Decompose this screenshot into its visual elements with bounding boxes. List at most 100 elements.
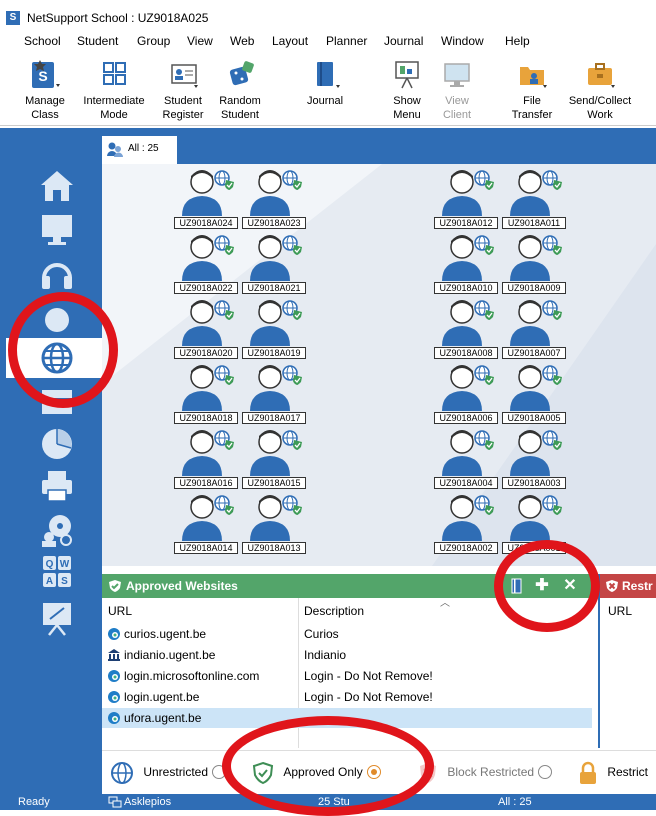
web-mode-bar: Unrestricted Approved Only Block Restric… [102,750,656,792]
student-register-button[interactable]: Student Register [156,54,210,126]
restricted-websites-header: Restr [600,574,656,598]
menu-group[interactable]: Group [137,34,170,48]
mode-unrestricted-radio[interactable] [212,764,227,779]
file-transfer-button[interactable]: File Transfer [504,54,560,126]
menu-help[interactable]: Help [505,34,530,48]
intermediate-mode-label: Intermediate Mode [83,95,145,121]
menu-school[interactable]: School [24,34,61,48]
monitor-icon[interactable] [38,212,76,248]
whiteboard-icon[interactable] [38,600,76,636]
status-all-count: All : 25 [498,796,532,808]
globe-icon[interactable] [38,340,76,376]
mode-block-restricted-radio[interactable] [538,764,553,779]
website-row[interactable]: curios.ugent.be Curios [102,624,592,644]
website-row[interactable]: login.microsoftonline.com Login - Do Not… [102,666,592,686]
svg-text:S: S [61,576,68,587]
menu-layout[interactable]: Layout [272,34,308,48]
view-client-button[interactable]: View Client [434,54,480,126]
student-client-icon [510,365,562,411]
website-url: login.ugent.be [124,690,200,704]
random-student-button[interactable]: Random Student [212,54,268,126]
file-transfer-label: File Transfer [511,95,553,121]
client-tile[interactable]: UZ9018A022 [174,229,238,294]
mode-unrestricted[interactable]: Unrestricted [110,751,227,793]
website-url: curios.ugent.be [124,627,207,641]
student-client-icon [442,170,494,216]
show-menu-button[interactable]: Show Menu [384,54,430,126]
show-menu-label: Show Menu [393,95,421,121]
client-tile[interactable]: UZ9018A002 [434,489,498,554]
app-icon: S [6,11,20,25]
student-client-icon [250,430,302,476]
add-website-icon[interactable]: ✚ [534,578,550,594]
client-name-label: UZ9018A009 [502,282,566,294]
shield-check-icon [252,761,274,784]
client-tile[interactable]: UZ9018A001 [502,489,566,554]
tab-all[interactable]: All : 25 [102,136,177,164]
client-tile[interactable]: UZ9018A009 [502,229,566,294]
client-tile[interactable]: UZ9018A017 [242,359,306,424]
client-name-label: UZ9018A002 [434,542,498,554]
remove-website-icon[interactable]: ✕ [562,578,578,594]
intermediate-mode-button[interactable]: Intermediate Mode [76,54,152,126]
dice-icon [229,61,254,86]
headset-icon[interactable] [38,256,76,292]
client-tile[interactable]: UZ9018A024 [174,164,238,229]
menu-window[interactable]: Window [441,34,484,48]
restricted-column-header-url[interactable]: URL [608,604,632,618]
client-tile[interactable]: UZ9018A003 [502,424,566,489]
mode-restrict[interactable]: Restrict [578,751,648,793]
journal-button[interactable]: Journal [298,54,352,126]
status-bar: Ready Asklepios 25 Stu All : 25 [0,794,656,810]
menu-student[interactable]: Student [77,34,118,48]
column-header-url[interactable]: URL [108,604,132,618]
mode-approved-only-radio[interactable] [366,764,381,779]
journal-icon [317,62,340,88]
menu-web[interactable]: Web [230,34,254,48]
pie-chart-icon[interactable] [38,426,76,462]
keyboard-icon[interactable] [38,384,76,420]
client-tile[interactable]: UZ9018A014 [174,489,238,554]
home-icon[interactable] [38,168,76,204]
website-row[interactable]: indianio.ugent.be Indianio [102,645,592,665]
approved-websites-header: Approved Websites ✚ ✕ [102,574,598,598]
menu-planner[interactable]: Planner [326,34,367,48]
website-row-selected[interactable]: ufora.ugent.be [102,708,592,728]
website-row[interactable]: login.ugent.be Login - Do Not Remove! [102,687,592,707]
menu-view[interactable]: View [187,34,213,48]
client-tile[interactable]: UZ9018A007 [502,294,566,359]
student-client-icon [250,235,302,281]
printer-icon[interactable] [38,468,76,504]
menu-journal[interactable]: Journal [384,34,423,48]
client-tile[interactable]: UZ9018A012 [434,164,498,229]
client-tile[interactable]: UZ9018A010 [434,229,498,294]
media-user-icon[interactable] [38,512,76,548]
mode-block-restricted[interactable]: Block Restricted [418,751,553,793]
client-tile[interactable]: UZ9018A004 [434,424,498,489]
manage-class-button[interactable]: S Manage Class [18,54,72,126]
client-tile[interactable]: UZ9018A006 [434,359,498,424]
user-head-icon[interactable] [38,298,76,334]
client-tile[interactable]: UZ9018A015 [242,424,306,489]
client-tile[interactable]: UZ9018A018 [174,359,238,424]
mode-unrestricted-label: Unrestricted [143,765,209,779]
client-tile[interactable]: UZ9018A023 [242,164,306,229]
website-url: ufora.ugent.be [124,711,202,725]
journal-add-icon[interactable] [508,578,524,594]
keys-qwas-icon[interactable]: Q WA S [38,554,76,590]
menu-bar: School Student Group View Web Layout Pla… [0,34,656,52]
website-description: Login - Do Not Remove! [304,690,433,704]
student-client-icon [182,170,234,216]
client-tile[interactable]: UZ9018A008 [434,294,498,359]
mode-approved-only[interactable]: Approved Only [252,751,381,793]
group-icon [107,142,123,157]
client-tile[interactable]: UZ9018A013 [242,489,306,554]
client-tile[interactable]: UZ9018A020 [174,294,238,359]
client-tile[interactable]: UZ9018A021 [242,229,306,294]
column-header-description[interactable]: Description [304,604,364,618]
client-tile[interactable]: UZ9018A005 [502,359,566,424]
send-collect-work-button[interactable]: Send/Collect Work [562,54,638,126]
client-tile[interactable]: UZ9018A016 [174,424,238,489]
client-tile[interactable]: UZ9018A011 [502,164,566,229]
client-tile[interactable]: UZ9018A019 [242,294,306,359]
